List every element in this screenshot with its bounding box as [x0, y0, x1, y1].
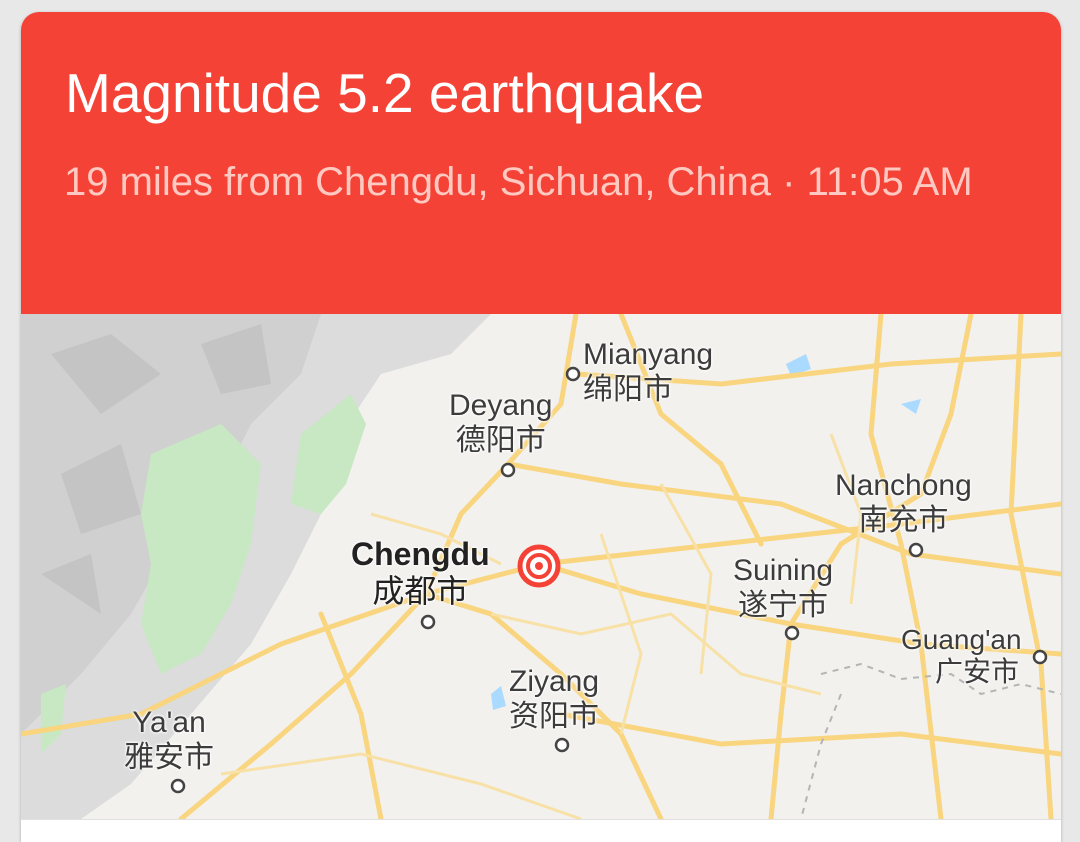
earthquake-card[interactable]: Magnitude 5.2 earthquake 19 miles from C… [21, 12, 1061, 842]
city-label-yaan[interactable]: Ya'an 雅安市 [124, 706, 214, 775]
card-header: Magnitude 5.2 earthquake 19 miles from C… [21, 12, 1061, 314]
city-label-guangan[interactable]: Guang'an 广安市 [901, 624, 1022, 688]
city-name-zh: 雅安市 [124, 740, 214, 774]
city-marker [500, 462, 516, 478]
city-label-suining[interactable]: Suining 遂宁市 [733, 554, 833, 623]
city-name-en: Deyang [449, 389, 553, 422]
earthquake-title: Magnitude 5.2 earthquake [65, 62, 705, 124]
city-name-en: Chengdu [351, 536, 490, 572]
city-name-en: Mianyang [583, 338, 714, 371]
city-name-zh: 德阳市 [455, 423, 546, 457]
map-view[interactable]: Mianyang 绵阳市 Deyang 德阳市 Nanchong 南充市 Che… [21, 314, 1061, 819]
city-marker [784, 625, 800, 641]
city-name-zh: 绵阳市 [583, 372, 673, 406]
city-name-zh: 成都市 [372, 572, 469, 609]
city-name-zh: 遂宁市 [738, 588, 829, 622]
city-marker [565, 366, 581, 382]
city-name-en: Nanchong [835, 469, 972, 502]
city-label-nanchong[interactable]: Nanchong 南充市 [835, 469, 972, 538]
city-name-en: Guang'an [901, 624, 1022, 655]
city-name-zh: 广安市 [935, 656, 1020, 688]
city-marker [170, 778, 186, 794]
city-name-zh: 资阳市 [509, 699, 600, 733]
city-name-zh: 南充市 [858, 503, 949, 537]
city-marker [908, 542, 924, 558]
city-label-chengdu[interactable]: Chengdu 成都市 [351, 536, 490, 610]
city-label-ziyang[interactable]: Ziyang 资阳市 [509, 665, 599, 734]
city-label-mianyang[interactable]: Mianyang 绵阳市 [583, 338, 713, 407]
city-marker [420, 614, 436, 630]
earthquake-location-time: 19 miles from Chengdu, Sichuan, China · … [64, 160, 973, 204]
epicenter-target-icon [517, 544, 561, 588]
city-marker [554, 737, 570, 753]
city-marker [1032, 649, 1048, 665]
card-footer [21, 819, 1061, 842]
city-label-deyang[interactable]: Deyang 德阳市 [449, 389, 552, 458]
city-name-en: Ziyang [509, 665, 600, 698]
city-name-en: Suining [733, 554, 834, 587]
city-name-en: Ya'an [132, 706, 206, 739]
